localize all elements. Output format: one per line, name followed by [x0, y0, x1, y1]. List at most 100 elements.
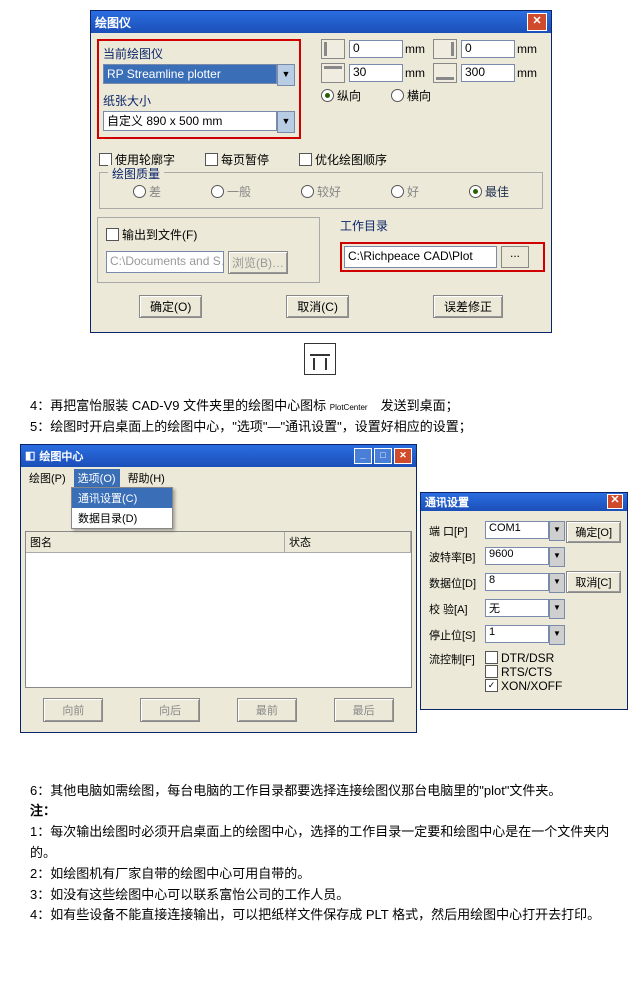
unit-label: mm: [405, 42, 425, 56]
quality-avg-radio[interactable]: 一般: [211, 183, 251, 200]
highlight-selection: 当前绘图仪 RP Streamline plotter ▼ 纸张大小 自定义 8…: [97, 39, 301, 139]
menu-option[interactable]: 选项(O): [74, 469, 120, 487]
flow-rts-checkbox[interactable]: RTS/CTS: [485, 665, 562, 679]
databits-label: 数据位[D]: [429, 575, 485, 591]
margin-bottom-icon: [433, 63, 457, 83]
orient-portrait-radio[interactable]: 纵向: [321, 87, 361, 104]
dialog-title: 通讯设置: [425, 494, 607, 510]
menu-help[interactable]: 帮助(H): [124, 469, 169, 487]
chevron-down-icon[interactable]: ▼: [549, 547, 565, 567]
col-status: 状态: [285, 532, 411, 552]
quality-bad-radio[interactable]: 差: [133, 183, 161, 200]
stopbits-select[interactable]: 1▼: [485, 625, 565, 645]
optimize-order-checkbox[interactable]: 优化绘图顺序: [299, 151, 387, 168]
plotter-select[interactable]: RP Streamline plotter ▼: [103, 64, 295, 86]
titlebar: 通讯设置 ✕: [421, 493, 627, 511]
parity-select[interactable]: 无▼: [485, 599, 565, 619]
note2: 2：如绘图机有厂家自带的绘图中心可用自带的。: [30, 864, 610, 885]
app-icon: ◧: [25, 449, 35, 462]
move-bottom-button[interactable]: 最后: [334, 698, 394, 722]
plotcenter-icon: [304, 343, 336, 375]
error-fix-button[interactable]: 误差修正: [433, 295, 503, 318]
quality-group: 绘图质量 差 一般 较好 好 最佳: [99, 172, 543, 209]
chevron-down-icon[interactable]: ▼: [549, 599, 565, 619]
note1: 1：每次输出绘图时必须开启桌面上的绘图中心，选择的工作目录一定要和绘图中心是在一…: [30, 822, 610, 864]
plotter-dialog: 绘图仪 ✕ 当前绘图仪 RP Streamline plotter ▼ 纸张大小…: [90, 10, 552, 333]
flow-xon-checkbox[interactable]: ✓XON/XOFF: [485, 679, 562, 693]
window-title: 绘图中心: [39, 448, 354, 464]
col-name: 图名: [26, 532, 285, 552]
ok-button[interactable]: 确定(O): [139, 295, 202, 318]
close-icon[interactable]: ✕: [527, 13, 547, 31]
minimize-icon[interactable]: _: [354, 448, 372, 464]
file-list[interactable]: 图名 状态: [25, 531, 412, 688]
chevron-down-icon[interactable]: ▼: [277, 111, 295, 133]
plotter-value: RP Streamline plotter: [103, 64, 277, 84]
chevron-down-icon[interactable]: ▼: [549, 625, 565, 645]
note4: 4：如有些设备不能直接连接输出，可以把纸样文件保存成 PLT 格式，然后用绘图中…: [30, 905, 610, 926]
workdir-input[interactable]: C:\Richpeace CAD\Plot: [344, 246, 497, 268]
parity-label: 校 验[A]: [429, 601, 485, 617]
flow-dtr-checkbox[interactable]: DTR/DSR: [485, 651, 562, 665]
cancel-button[interactable]: 取消(C): [286, 295, 349, 318]
note-header: 注：: [30, 801, 610, 822]
margin-left-icon: [321, 39, 345, 59]
stopbits-label: 停止位[S]: [429, 627, 485, 643]
step6-text: 6：其他电脑如需绘图，每台电脑的工作目录都要选择连接绘图仪那台电脑里的"plot…: [30, 781, 610, 802]
margin-top-icon: [321, 63, 345, 83]
output-file-group: 输出到文件(F) C:\Documents and S… 浏览(B)…: [97, 217, 320, 283]
port-select[interactable]: COM1▼: [485, 521, 565, 541]
margin-top-input[interactable]: 30: [349, 64, 403, 82]
output-file-checkbox[interactable]: 输出到文件(F): [106, 226, 311, 243]
output-path-input[interactable]: C:\Documents and S…: [106, 251, 224, 273]
titlebar: 绘图仪 ✕: [91, 11, 551, 33]
unit-label: mm: [405, 66, 425, 80]
menu-data-dir[interactable]: 数据目录(D): [72, 508, 172, 528]
paper-select[interactable]: 自定义 890 x 500 mm ▼: [103, 111, 295, 133]
quality-best-radio[interactable]: 最佳: [469, 183, 509, 200]
margin-left-input[interactable]: 0: [349, 40, 403, 58]
step4-text: 4：再把富怡服装 CAD-V9 文件夹里的绘图中心图标 PlotCenter 发…: [30, 396, 610, 417]
menu-comm-settings[interactable]: 通讯设置(C): [72, 488, 172, 508]
paper-value: 自定义 890 x 500 mm: [103, 111, 277, 131]
chevron-down-icon[interactable]: ▼: [549, 573, 565, 593]
margin-bottom-input[interactable]: 300: [461, 64, 515, 82]
close-icon[interactable]: ✕: [607, 494, 623, 509]
note3: 3：如没有这些绘图中心可以联系富怡公司的工作人员。: [30, 885, 610, 906]
menu-plot[interactable]: 绘图(P): [25, 469, 70, 487]
menubar: 绘图(P) 选项(O) 帮助(H): [21, 467, 416, 489]
databits-select[interactable]: 8▼: [485, 573, 565, 593]
port-label: 端 口[P]: [429, 523, 485, 539]
margin-right-input[interactable]: 0: [461, 40, 515, 58]
margin-right-icon: [433, 39, 457, 59]
titlebar: ◧ 绘图中心 _ □ ✕: [21, 445, 416, 467]
unit-label: mm: [517, 66, 537, 80]
move-down-button[interactable]: 向后: [140, 698, 200, 722]
move-up-button[interactable]: 向前: [43, 698, 103, 722]
quality-fair-radio[interactable]: 较好: [301, 183, 341, 200]
cancel-button[interactable]: 取消[C]: [566, 571, 621, 593]
browse-dots-button[interactable]: ...: [501, 246, 529, 268]
maximize-icon[interactable]: □: [374, 448, 392, 464]
orient-landscape-radio[interactable]: 横向: [391, 87, 431, 104]
current-plotter-label: 当前绘图仪: [103, 45, 295, 62]
flowctrl-label: 流控制[F]: [429, 651, 485, 667]
quality-group-title: 绘图质量: [108, 165, 164, 182]
dialog-title: 绘图仪: [95, 14, 527, 31]
plot-center-window: ◧ 绘图中心 _ □ ✕ 绘图(P) 选项(O) 帮助(H) 通讯设置(C) 数…: [20, 444, 417, 733]
unit-label: mm: [517, 42, 537, 56]
highlight-workdir: C:\Richpeace CAD\Plot ...: [340, 242, 545, 272]
page-pause-checkbox[interactable]: 每页暂停: [205, 151, 269, 168]
ok-button[interactable]: 确定[O]: [566, 521, 621, 543]
quality-good-radio[interactable]: 好: [391, 183, 419, 200]
baud-select[interactable]: 9600▼: [485, 547, 565, 567]
margins-panel: 0 mm 0 mm 30 mm 300 mm: [321, 39, 545, 139]
chevron-down-icon[interactable]: ▼: [549, 521, 565, 541]
comm-settings-dialog: 通讯设置 ✕ 端 口[P] COM1▼ 波特率[B] 9600▼ 数据位[D] …: [420, 492, 628, 710]
chevron-down-icon[interactable]: ▼: [277, 64, 295, 86]
close-icon[interactable]: ✕: [394, 448, 412, 464]
workdir-label: 工作目录: [340, 217, 545, 234]
paper-size-label: 纸张大小: [103, 92, 295, 109]
browse-button[interactable]: 浏览(B)…: [228, 251, 288, 274]
move-top-button[interactable]: 最前: [237, 698, 297, 722]
